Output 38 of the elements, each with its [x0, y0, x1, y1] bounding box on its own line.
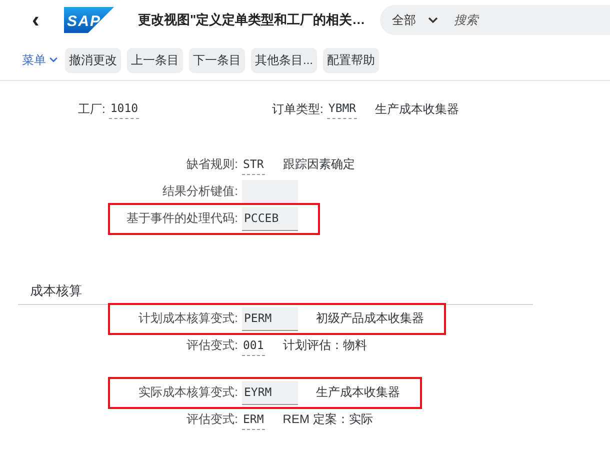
- search-field[interactable]: 全部 搜索: [380, 5, 610, 35]
- input-field[interactable]: [242, 180, 298, 204]
- window-title: 更改视图"定义定单类型和工厂的相关…: [138, 11, 366, 29]
- back-button[interactable]: ‹: [32, 10, 42, 30]
- field-label: 基于事件的处理代码:: [126, 210, 238, 227]
- chevron-down-icon: [428, 16, 438, 24]
- toolbar-button[interactable]: 下一条目: [189, 48, 245, 72]
- field-value: 001: [242, 336, 265, 356]
- field-label: 计划成本核算变式:: [138, 310, 238, 327]
- toolbar-button[interactable]: 撤消更改: [65, 48, 121, 72]
- sap-logo: SAP: [64, 7, 114, 33]
- toolbar-button[interactable]: 其他条目...: [251, 48, 318, 72]
- field-description: REM 定案：实际: [282, 411, 373, 428]
- field-description: 初级产品成本收集器: [316, 310, 424, 327]
- field-description: 生产成本收集器: [316, 384, 400, 401]
- field-value: ERM: [242, 410, 265, 430]
- field-description: 生产成本收集器: [375, 100, 460, 118]
- field-value: STR: [242, 154, 265, 174]
- scope-dropdown[interactable]: 全部: [392, 12, 438, 28]
- field-value: YBMR: [327, 99, 358, 119]
- toolbar-button[interactable]: 配置帮助: [323, 48, 380, 72]
- field-description: 计划评估：物料: [282, 337, 367, 354]
- field-label: 结果分析键值:: [162, 183, 238, 200]
- field-label: 缺省规则:: [186, 156, 238, 173]
- field-description: 跟踪因素确定: [282, 156, 355, 173]
- input-field[interactable]: PCCEB: [242, 206, 298, 230]
- field-label: 订单类型:: [272, 100, 324, 118]
- input-field[interactable]: EYRM: [242, 380, 298, 404]
- input-field[interactable]: PERM: [242, 306, 298, 330]
- field-label: 工厂:: [78, 100, 106, 118]
- field-label: 评估变式:: [186, 337, 238, 354]
- section-title: 成本核算: [18, 282, 533, 305]
- chevron-down-icon: [49, 57, 58, 63]
- toolbar-button[interactable]: 上一条目: [127, 48, 183, 72]
- field-value: 1010: [109, 99, 140, 119]
- field-label: 实际成本核算变式:: [138, 384, 238, 401]
- menu-button[interactable]: 菜单: [22, 52, 58, 68]
- field-label: 评估变式:: [186, 411, 238, 428]
